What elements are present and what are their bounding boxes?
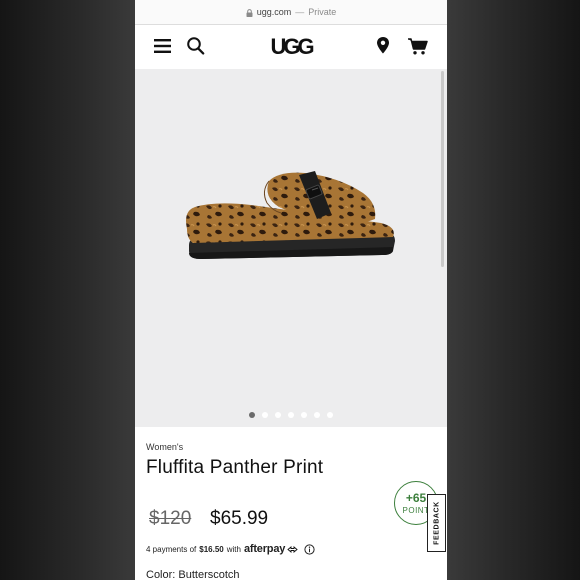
ugg-logo[interactable]: UGG: [263, 33, 319, 61]
url-domain: ugg.com: [256, 7, 292, 17]
browser-url-bar[interactable]: ugg.com — Private: [135, 0, 447, 25]
feedback-label: FEEDBACK: [433, 501, 440, 545]
info-icon[interactable]: [304, 543, 315, 555]
svg-text:UGG: UGG: [270, 34, 313, 59]
menu-icon[interactable]: [153, 35, 175, 57]
gallery-dot[interactable]: [288, 412, 294, 418]
color-label: Color:: [146, 569, 176, 580]
page-scrollbar[interactable]: [441, 71, 444, 267]
lock-icon: [246, 8, 253, 17]
gallery-dot[interactable]: [301, 412, 307, 418]
afterpay-prefix: 4 payments of: [146, 544, 197, 554]
left-background: [0, 0, 135, 580]
gallery-dot[interactable]: [249, 412, 255, 418]
product-image[interactable]: [181, 167, 401, 267]
sale-price: $65.99: [210, 508, 269, 529]
afterpay-installments: 4 payments of $16.50 with afterpay: [146, 543, 315, 555]
gallery-dot[interactable]: [314, 412, 320, 418]
url-separator: —: [295, 7, 305, 17]
original-price: $120: [149, 508, 192, 529]
product-category: Women's: [146, 442, 184, 452]
site-header: UGG: [135, 25, 447, 69]
afterpay-amount: $16.50: [199, 544, 224, 554]
afterpay-logo: afterpay: [243, 543, 286, 555]
afterpay-badge-icon: [287, 545, 298, 553]
right-background: [447, 0, 580, 580]
mobile-page: ugg.com — Private UGG Women's Fluffita P…: [135, 0, 447, 580]
color-value: Butterscotch: [178, 569, 240, 580]
gallery-pagination: [135, 412, 447, 418]
product-image-gallery[interactable]: [135, 69, 447, 427]
product-title: Fluffita Panther Print: [146, 457, 324, 478]
cart-icon[interactable]: [407, 35, 429, 57]
location-pin-icon[interactable]: [375, 35, 397, 57]
color-selection: Color: Butterscotch: [146, 569, 240, 580]
gallery-dot[interactable]: [262, 412, 268, 418]
private-mode-label: Private: [308, 7, 337, 17]
feedback-tab[interactable]: FEEDBACK: [427, 494, 446, 552]
gallery-dot[interactable]: [327, 412, 333, 418]
gallery-dot[interactable]: [275, 412, 281, 418]
search-icon[interactable]: [186, 35, 208, 57]
afterpay-suffix: with: [226, 544, 241, 554]
